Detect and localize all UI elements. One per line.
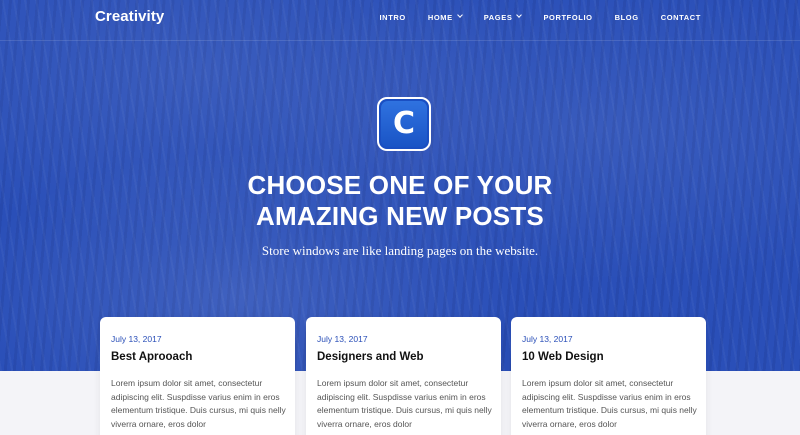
nav-item-home[interactable]: HOME <box>427 12 463 22</box>
post-title[interactable]: 10 Web Design <box>522 351 604 363</box>
nav-divider <box>0 40 800 41</box>
app-logo-letter: C <box>381 101 427 147</box>
post-title[interactable]: Designers and Web <box>317 351 424 363</box>
nav-item-pages[interactable]: PAGES <box>483 12 523 22</box>
main-nav: INTRO HOME PAGES PORTFOLIO BLOG CONTACT <box>358 12 702 22</box>
nav-item-portfolio[interactable]: PORTFOLIO <box>543 12 592 22</box>
nav-label: PAGES <box>483 12 513 22</box>
hero-title-line-1: CHOOSE ONE OF YOUR <box>247 170 553 200</box>
hero-title-line-2: AMAZING NEW POSTS <box>256 201 544 231</box>
hero-title: CHOOSE ONE OF YOUR AMAZING NEW POSTS <box>0 170 800 232</box>
brand-logo[interactable]: Creativity <box>95 8 164 25</box>
post-date: July 13, 2017 <box>317 334 368 344</box>
nav-label: HOME <box>427 12 453 22</box>
post-excerpt: Lorem ipsum dolor sit amet, consectetur … <box>111 378 286 429</box>
post-excerpt: Lorem ipsum dolor sit amet, consectetur … <box>522 378 697 429</box>
post-excerpt: Lorem ipsum dolor sit amet, consectetur … <box>317 378 492 429</box>
post-date: July 13, 2017 <box>111 334 162 344</box>
chevron-down-icon <box>516 12 523 18</box>
hero-subtitle: Store windows are like landing pages on … <box>261 243 539 258</box>
post-title[interactable]: Best Aprooach <box>111 351 192 363</box>
post-date: July 13, 2017 <box>522 334 573 344</box>
nav-label: BLOG <box>614 12 639 22</box>
nav-item-blog[interactable]: BLOG <box>615 12 639 22</box>
nav-item-intro[interactable]: INTRO <box>380 12 406 22</box>
nav-label: CONTACT <box>660 12 701 22</box>
nav-label: INTRO <box>379 12 406 22</box>
chevron-down-icon <box>456 12 463 18</box>
post-card[interactable]: July 13, 2017 Best Aprooach Lorem ipsum … <box>100 317 295 435</box>
nav-item-contact[interactable]: CONTACT <box>661 12 701 22</box>
nav-label: PORTFOLIO <box>543 12 593 22</box>
app-logo-icon: C <box>377 97 431 151</box>
post-card[interactable]: July 13, 2017 Designers and Web Lorem ip… <box>306 317 501 435</box>
post-card[interactable]: July 13, 2017 10 Web Design Lorem ipsum … <box>511 317 706 435</box>
